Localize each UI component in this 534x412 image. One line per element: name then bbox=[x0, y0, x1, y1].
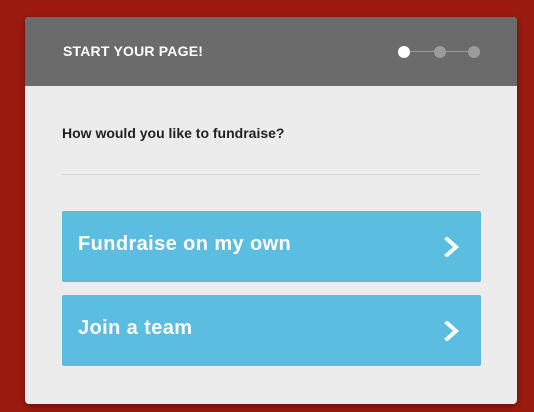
join-a-team-button[interactable]: Join a team bbox=[62, 295, 481, 366]
option-label: Fundraise on my own bbox=[78, 233, 292, 255]
fundraise-question: How would you like to fundraise? bbox=[62, 125, 285, 141]
step-dot-1 bbox=[398, 46, 410, 58]
chevron-right-icon bbox=[444, 321, 460, 341]
header-title: START YOUR PAGE! bbox=[63, 43, 204, 59]
fundraise-on-my-own-button[interactable]: Fundraise on my own bbox=[62, 211, 481, 282]
divider bbox=[62, 174, 480, 175]
step-progress-indicator bbox=[398, 45, 482, 59]
card-header: START YOUR PAGE! bbox=[25, 17, 517, 86]
step-dot-3 bbox=[468, 46, 480, 58]
chevron-right-icon bbox=[444, 237, 460, 257]
fundraise-start-card: START YOUR PAGE! How would you like to f… bbox=[25, 17, 517, 404]
option-label: Join a team bbox=[78, 317, 193, 339]
step-dot-2 bbox=[434, 46, 446, 58]
